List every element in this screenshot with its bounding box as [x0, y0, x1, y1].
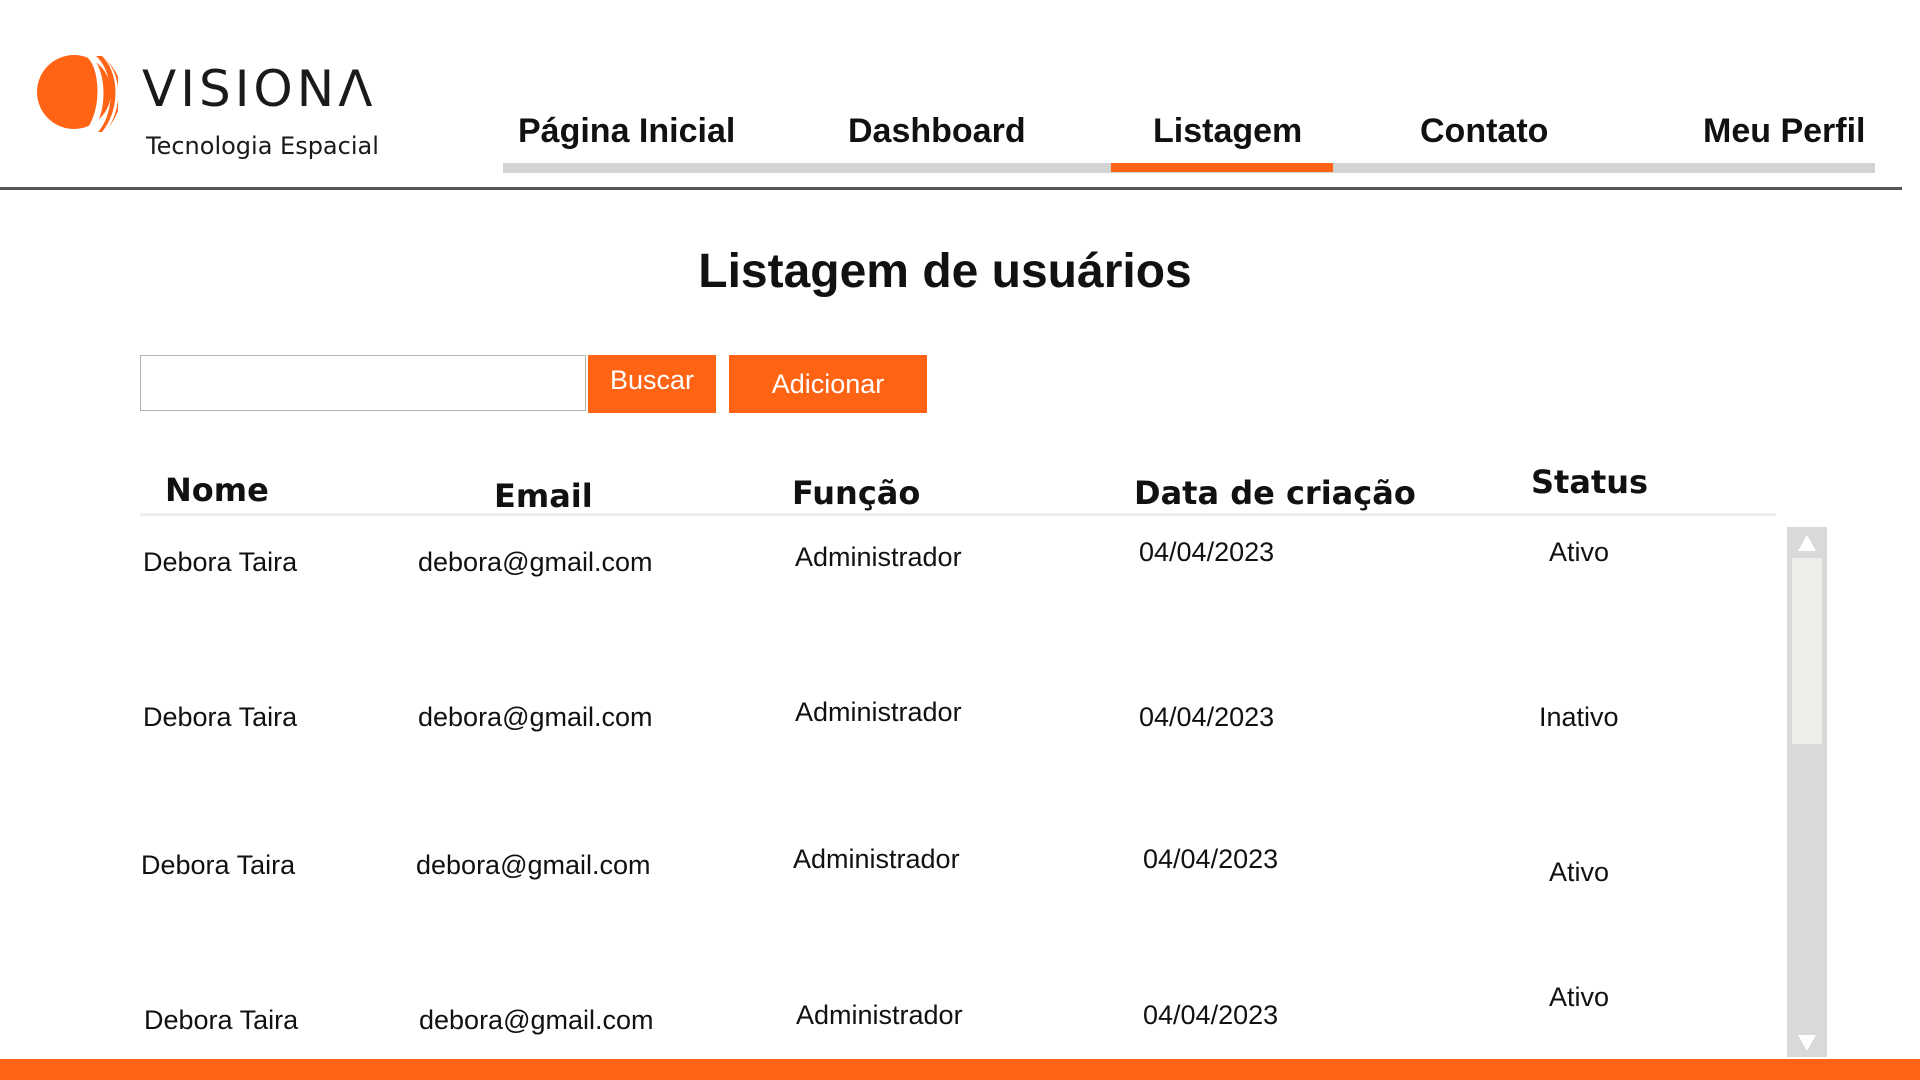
status-badge: Ativo: [1549, 537, 1610, 567]
header-divider: [0, 187, 1902, 190]
page: VISIONΛ Tecnologia Espacial Página Inici…: [0, 0, 1920, 1080]
main-nav: Página Inicial Dashboard Listagem Contat…: [503, 112, 1875, 173]
nav-item-label: Dashboard: [848, 112, 1026, 150]
page-title: Listagem de usuários: [698, 245, 1192, 298]
brand-logo[interactable]: VISIONΛ Tecnologia Espacial: [36, 50, 396, 170]
brand-tagline: Tecnologia Espacial: [146, 132, 379, 160]
column-header-nome: Nome: [165, 471, 269, 509]
search-button[interactable]: Buscar: [588, 355, 716, 413]
column-header-status: Status: [1531, 463, 1649, 501]
brand-name: VISIONΛ: [142, 60, 377, 118]
search-input[interactable]: [140, 355, 586, 411]
visiona-logo-icon: [37, 55, 118, 132]
cell-created: 04/04/2023: [1139, 702, 1275, 732]
cell-name: Debora Taira: [143, 547, 298, 577]
table-scrollbar[interactable]: [1787, 527, 1827, 1057]
cell-role: Administrador: [795, 542, 962, 572]
arrow-down-icon[interactable]: [1787, 1027, 1827, 1057]
nav-item-label: Meu Perfil: [1703, 112, 1866, 150]
cell-email: debora@gmail.com: [418, 547, 653, 577]
scroll-thumb[interactable]: [1792, 558, 1822, 744]
nav-item-label: Contato: [1420, 112, 1549, 150]
cell-created: 04/04/2023: [1143, 844, 1279, 874]
cell-email: debora@gmail.com: [418, 702, 653, 732]
cell-role: Administrador: [796, 1000, 963, 1030]
table-header-divider: [140, 513, 1776, 516]
cell-role: Administrador: [795, 697, 962, 727]
nav-item-dashboard[interactable]: Dashboard: [848, 112, 1026, 173]
cell-created: 04/04/2023: [1139, 537, 1275, 567]
nav-item-listagem[interactable]: Listagem: [1111, 112, 1333, 173]
column-header-email: Email: [494, 477, 593, 515]
nav-item-contato[interactable]: Contato: [1420, 112, 1549, 173]
status-badge: Ativo: [1549, 857, 1610, 887]
active-indicator: [1111, 163, 1333, 172]
nav-item-pagina-inicial[interactable]: Página Inicial: [518, 112, 736, 173]
cell-created: 04/04/2023: [1143, 1000, 1279, 1030]
cell-name: Debora Taira: [144, 1005, 299, 1035]
cell-email: debora@gmail.com: [419, 1005, 654, 1035]
nav-item-meu-perfil[interactable]: Meu Perfil: [1703, 112, 1866, 173]
status-badge: Ativo: [1549, 982, 1610, 1012]
column-header-funcao: Função: [792, 474, 921, 512]
cell-role: Administrador: [793, 844, 960, 874]
nav-item-label: Página Inicial: [518, 112, 736, 150]
cell-name: Debora Taira: [143, 702, 298, 732]
status-badge: Inativo: [1539, 702, 1619, 732]
add-user-button[interactable]: Adicionar: [729, 355, 927, 413]
cell-email: debora@gmail.com: [416, 850, 651, 880]
arrow-up-icon[interactable]: [1787, 527, 1827, 557]
column-header-data-de-criacao: Data de criação: [1134, 474, 1416, 512]
nav-item-label: Listagem: [1153, 112, 1303, 150]
cell-name: Debora Taira: [141, 850, 296, 880]
footer-bar: [0, 1059, 1920, 1080]
